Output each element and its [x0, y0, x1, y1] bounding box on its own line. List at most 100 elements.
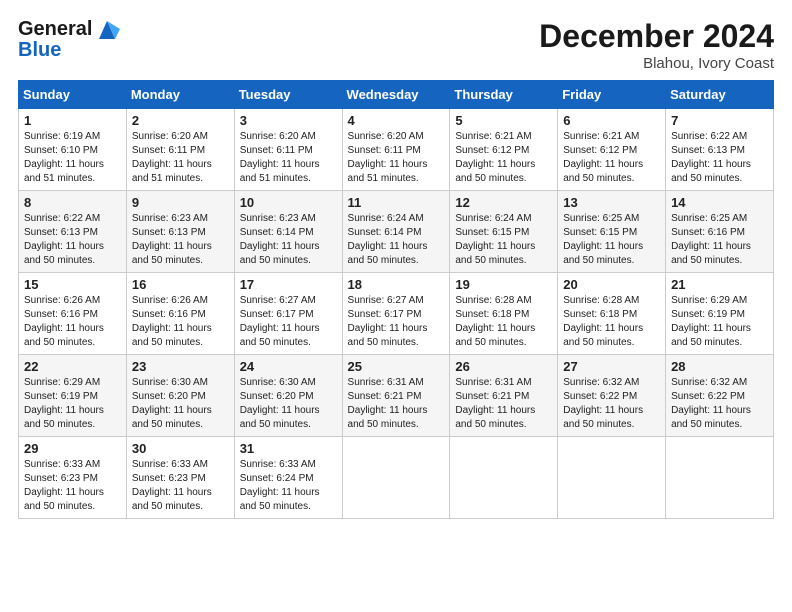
day-info: Sunrise: 6:28 AM Sunset: 6:18 PM Dayligh… [455, 294, 552, 350]
day-number: 15 [24, 277, 121, 292]
day-info: Sunrise: 6:23 AM Sunset: 6:14 PM Dayligh… [240, 212, 337, 268]
day-info: Sunrise: 6:33 AM Sunset: 6:23 PM Dayligh… [132, 458, 229, 514]
header: General Blue December 2024 Blahou, Ivory… [18, 18, 774, 72]
table-row [558, 437, 666, 519]
table-row: 13 Sunrise: 6:25 AM Sunset: 6:15 PM Dayli… [558, 191, 666, 273]
day-number: 3 [240, 113, 337, 128]
table-row [450, 437, 558, 519]
day-info: Sunrise: 6:31 AM Sunset: 6:21 PM Dayligh… [348, 376, 445, 432]
day-info: Sunrise: 6:21 AM Sunset: 6:12 PM Dayligh… [455, 130, 552, 186]
day-number: 10 [240, 195, 337, 210]
day-number: 4 [348, 113, 445, 128]
day-info: Sunrise: 6:19 AM Sunset: 6:10 PM Dayligh… [24, 130, 121, 186]
day-number: 29 [24, 441, 121, 456]
table-row: 27 Sunrise: 6:32 AM Sunset: 6:22 PM Dayli… [558, 355, 666, 437]
location: Blahou, Ivory Coast [539, 55, 774, 72]
table-row: 11 Sunrise: 6:24 AM Sunset: 6:14 PM Dayli… [342, 191, 450, 273]
day-number: 2 [132, 113, 229, 128]
col-header-wednesday: Wednesday [342, 81, 450, 109]
day-number: 1 [24, 113, 121, 128]
day-info: Sunrise: 6:23 AM Sunset: 6:13 PM Dayligh… [132, 212, 229, 268]
table-row: 30 Sunrise: 6:33 AM Sunset: 6:23 PM Dayli… [126, 437, 234, 519]
day-number: 21 [671, 277, 768, 292]
day-number: 7 [671, 113, 768, 128]
day-info: Sunrise: 6:31 AM Sunset: 6:21 PM Dayligh… [455, 376, 552, 432]
table-row: 23Sunrise: 6:30 AM Sunset: 6:20 PM Dayli… [126, 355, 234, 437]
day-number: 16 [132, 277, 229, 292]
day-info: Sunrise: 6:22 AM Sunset: 6:13 PM Dayligh… [671, 130, 768, 186]
day-number: 8 [24, 195, 121, 210]
day-info: Sunrise: 6:24 AM Sunset: 6:14 PM Dayligh… [348, 212, 445, 268]
day-number: 5 [455, 113, 552, 128]
table-row: 2Sunrise: 6:20 AM Sunset: 6:11 PM Daylig… [126, 109, 234, 191]
table-row [342, 437, 450, 519]
table-row: 6Sunrise: 6:21 AM Sunset: 6:12 PM Daylig… [558, 109, 666, 191]
table-row: 15Sunrise: 6:26 AM Sunset: 6:16 PM Dayli… [19, 273, 127, 355]
day-number: 28 [671, 359, 768, 374]
table-row: 31 Sunrise: 6:33 AM Sunset: 6:24 PM Dayli… [234, 437, 342, 519]
table-row: 8 Sunrise: 6:22 AM Sunset: 6:13 PM Daylig… [19, 191, 127, 273]
day-number: 19 [455, 277, 552, 292]
day-number: 24 [240, 359, 337, 374]
day-number: 25 [348, 359, 445, 374]
table-row: 25 Sunrise: 6:31 AM Sunset: 6:21 PM Dayli… [342, 355, 450, 437]
day-number: 22 [24, 359, 121, 374]
day-info: Sunrise: 6:29 AM Sunset: 6:19 PM Dayligh… [24, 376, 121, 432]
day-info: Sunrise: 6:20 AM Sunset: 6:11 PM Dayligh… [348, 130, 445, 186]
day-info: Sunrise: 6:32 AM Sunset: 6:22 PM Dayligh… [671, 376, 768, 432]
day-info: Sunrise: 6:27 AM Sunset: 6:17 PM Dayligh… [348, 294, 445, 350]
day-info: Sunrise: 6:24 AM Sunset: 6:15 PM Dayligh… [455, 212, 552, 268]
table-row: 24 Sunrise: 6:30 AM Sunset: 6:20 PM Dayli… [234, 355, 342, 437]
col-header-friday: Friday [558, 81, 666, 109]
table-row: 22 Sunrise: 6:29 AM Sunset: 6:19 PM Dayli… [19, 355, 127, 437]
day-info: Sunrise: 6:29 AM Sunset: 6:19 PM Dayligh… [671, 294, 768, 350]
table-row: 12 Sunrise: 6:24 AM Sunset: 6:15 PM Dayli… [450, 191, 558, 273]
calendar-table: SundayMondayTuesdayWednesdayThursdayFrid… [18, 80, 774, 519]
day-info: Sunrise: 6:33 AM Sunset: 6:23 PM Dayligh… [24, 458, 121, 514]
table-row: 20Sunrise: 6:28 AM Sunset: 6:18 PM Dayli… [558, 273, 666, 355]
table-row: 3 Sunrise: 6:20 AM Sunset: 6:11 PM Daylig… [234, 109, 342, 191]
table-row: 16 Sunrise: 6:26 AM Sunset: 6:16 PM Dayli… [126, 273, 234, 355]
day-info: Sunrise: 6:33 AM Sunset: 6:24 PM Dayligh… [240, 458, 337, 514]
page: General Blue December 2024 Blahou, Ivory… [0, 0, 792, 612]
day-number: 9 [132, 195, 229, 210]
day-number: 27 [563, 359, 660, 374]
table-row [666, 437, 774, 519]
table-row: 29 Sunrise: 6:33 AM Sunset: 6:23 PM Dayli… [19, 437, 127, 519]
month-title: December 2024 [539, 18, 774, 55]
table-row: 7 Sunrise: 6:22 AM Sunset: 6:13 PM Daylig… [666, 109, 774, 191]
day-info: Sunrise: 6:20 AM Sunset: 6:11 PM Dayligh… [240, 130, 337, 186]
day-number: 30 [132, 441, 229, 456]
day-info: Sunrise: 6:30 AM Sunset: 6:20 PM Dayligh… [240, 376, 337, 432]
col-header-monday: Monday [126, 81, 234, 109]
day-number: 31 [240, 441, 337, 456]
table-row: 9 Sunrise: 6:23 AM Sunset: 6:13 PM Daylig… [126, 191, 234, 273]
table-row: 21 Sunrise: 6:29 AM Sunset: 6:19 PM Dayli… [666, 273, 774, 355]
table-row: 5 Sunrise: 6:21 AM Sunset: 6:12 PM Daylig… [450, 109, 558, 191]
table-row: 1 Sunrise: 6:19 AM Sunset: 6:10 PM Daylig… [19, 109, 127, 191]
day-number: 18 [348, 277, 445, 292]
col-header-sunday: Sunday [19, 81, 127, 109]
day-info: Sunrise: 6:25 AM Sunset: 6:15 PM Dayligh… [563, 212, 660, 268]
logo-blue: Blue [18, 39, 120, 62]
col-header-thursday: Thursday [450, 81, 558, 109]
col-header-saturday: Saturday [666, 81, 774, 109]
day-number: 13 [563, 195, 660, 210]
title-block: December 2024 Blahou, Ivory Coast [539, 18, 774, 72]
day-number: 17 [240, 277, 337, 292]
table-row: 17Sunrise: 6:27 AM Sunset: 6:17 PM Dayli… [234, 273, 342, 355]
table-row: 18 Sunrise: 6:27 AM Sunset: 6:17 PM Dayli… [342, 273, 450, 355]
day-number: 26 [455, 359, 552, 374]
logo: General Blue [18, 18, 120, 62]
day-info: Sunrise: 6:26 AM Sunset: 6:16 PM Dayligh… [132, 294, 229, 350]
day-number: 11 [348, 195, 445, 210]
day-info: Sunrise: 6:25 AM Sunset: 6:16 PM Dayligh… [671, 212, 768, 268]
table-row: 14Sunrise: 6:25 AM Sunset: 6:16 PM Dayli… [666, 191, 774, 273]
day-info: Sunrise: 6:32 AM Sunset: 6:22 PM Dayligh… [563, 376, 660, 432]
day-number: 6 [563, 113, 660, 128]
day-number: 23 [132, 359, 229, 374]
day-number: 12 [455, 195, 552, 210]
day-info: Sunrise: 6:22 AM Sunset: 6:13 PM Dayligh… [24, 212, 121, 268]
day-info: Sunrise: 6:28 AM Sunset: 6:18 PM Dayligh… [563, 294, 660, 350]
col-header-tuesday: Tuesday [234, 81, 342, 109]
